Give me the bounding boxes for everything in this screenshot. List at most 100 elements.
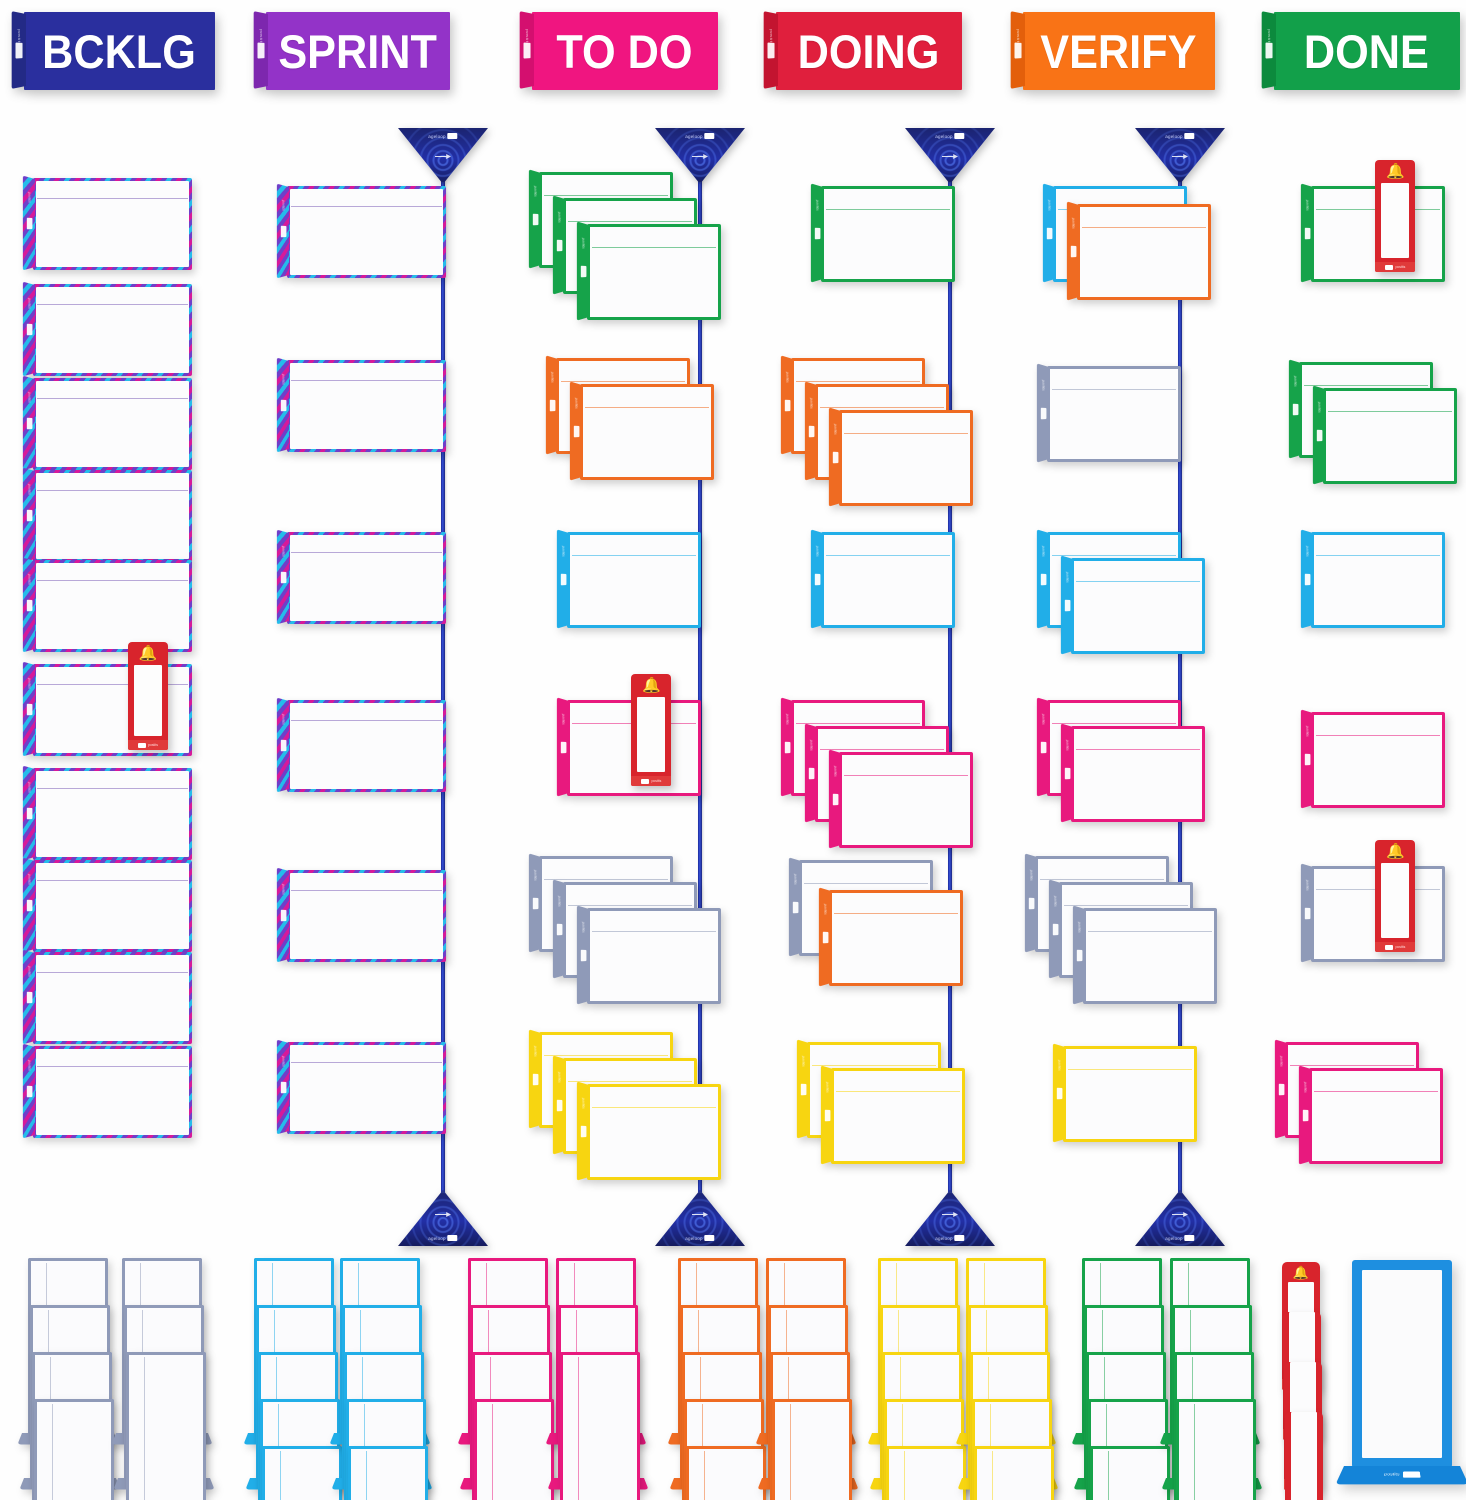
backlog-card-8[interactable]: postits	[22, 857, 192, 953]
card-spine-label	[1070, 245, 1076, 257]
card-spine-label	[1040, 741, 1046, 753]
sprint-card-3[interactable]: postits	[276, 529, 446, 625]
card-todo-r6-yellow-3[interactable]: postits	[576, 1081, 721, 1181]
bottom-card-yellow-10-5[interactable]: postits	[974, 1446, 1054, 1500]
backlog-card-5[interactable]: postits	[22, 557, 192, 653]
card-spine: postits	[552, 879, 565, 979]
backlog-card-9[interactable]: postits	[22, 949, 192, 1045]
card-spine-word: postits	[27, 483, 32, 495]
card-spine: postits	[569, 381, 582, 481]
card-spine-word: postits	[557, 1071, 562, 1083]
card-spine: postits	[810, 529, 823, 629]
card-verify-r1-orange-1[interactable]: postits	[1066, 201, 1211, 301]
bottom-card-blue-3-5[interactable]: postits	[262, 1446, 342, 1500]
card-done-r5-gray-1[interactable]: postits	[1300, 863, 1445, 963]
bottom-card-green-12-4[interactable]: postits	[1176, 1399, 1256, 1500]
card-body	[1047, 366, 1181, 462]
card-done-r6-magenta-2[interactable]: postits	[1298, 1065, 1443, 1165]
bottom-stack-green-12: postitspostitspostitspostits	[1159, 1258, 1263, 1500]
card-spine: postits	[276, 529, 289, 625]
alert-brand-badge	[641, 778, 650, 784]
card-todo-r1-green-3[interactable]: postits	[576, 221, 721, 321]
card-doing-r3-blue-1[interactable]: postits	[810, 529, 955, 629]
backlog-card-10[interactable]: postits	[22, 1043, 192, 1139]
card-doing-r1-green-1[interactable]: postits	[810, 183, 955, 283]
card-done-r3-blue-1[interactable]: postits	[1300, 529, 1445, 629]
card-spine-word: postits	[574, 397, 579, 409]
bottom-card-orange-7-5[interactable]: postits	[686, 1446, 766, 1500]
card-spine-word: postits	[27, 1059, 32, 1071]
card-spine-label	[26, 217, 32, 229]
card-doing-r2-orange-3[interactable]: postits	[828, 407, 973, 507]
bottom-alert-tag-4[interactable]: 🔔postits	[1285, 1412, 1323, 1500]
card-verify-r4-magenta-2[interactable]: postits	[1060, 723, 1205, 823]
bottom-card-magenta-6-3[interactable]: postits	[560, 1352, 640, 1500]
column-header-verify[interactable]: postits VERIFY	[1009, 11, 1215, 90]
card-doing-r6-yellow-2[interactable]: postits	[820, 1065, 965, 1165]
bottom-big-blue-card[interactable]: postits	[1335, 1260, 1466, 1490]
card-spine: postits	[552, 1055, 565, 1155]
column-header-todo[interactable]: postits TO DO	[518, 11, 718, 90]
bottom-card-gray-2-3[interactable]: postits	[126, 1352, 206, 1500]
bottom-card-body	[886, 1446, 966, 1500]
card-spine: postits	[22, 1043, 35, 1139]
bottom-card-yellow-9-5[interactable]: postits	[886, 1446, 966, 1500]
card-done-r4-magenta-1[interactable]: postits	[1300, 709, 1445, 809]
card-body	[587, 908, 721, 1004]
card-spine: postits	[22, 661, 35, 757]
backlog-alert-tag-6[interactable]: 🔔 postits	[128, 642, 168, 750]
bottom-card-body	[34, 1399, 114, 1500]
card-spine-label	[822, 931, 828, 943]
bottom-card-blue-4-5[interactable]: postits	[348, 1446, 428, 1500]
bottom-card-green-11-5[interactable]: postits	[1090, 1446, 1170, 1500]
card-doing-r5-orange-1[interactable]: postits	[818, 887, 963, 987]
card-todo-r4-magenta-1[interactable]: postits	[556, 697, 701, 797]
sprint-card-1[interactable]: postits	[276, 183, 446, 279]
card-verify-r6-yellow-1[interactable]: postits	[1052, 1043, 1197, 1143]
backlog-card-2[interactable]: postits	[22, 281, 192, 377]
card-spine-label	[26, 703, 32, 715]
card-body	[839, 410, 973, 506]
card-body	[1071, 726, 1205, 822]
backlog-card-7[interactable]: postits	[22, 765, 192, 861]
sprint-card-2[interactable]: postits	[276, 357, 446, 453]
card-done-r2-green-2[interactable]: postits	[1312, 385, 1457, 485]
alert-brand-word: postits	[1395, 265, 1406, 269]
card-frame	[33, 860, 192, 952]
card-spine: postits	[1024, 853, 1037, 953]
card-spine-label	[1040, 573, 1046, 585]
card-spine: postits	[576, 1081, 589, 1181]
bottom-card-gray-1-4[interactable]: postits	[34, 1399, 114, 1500]
bottom-card-body	[772, 1399, 852, 1500]
card-verify-r5-gray-3[interactable]: postits	[1072, 905, 1217, 1005]
sprint-card-6[interactable]: postits	[276, 1039, 446, 1135]
sprint-card-4[interactable]: postits	[276, 697, 446, 793]
card-spine: postits	[22, 281, 35, 377]
alert-tag-done-r5[interactable]: 🔔 postits	[1375, 840, 1416, 952]
bottom-card-body	[560, 1352, 640, 1500]
card-todo-r2-orange-2[interactable]: postits	[569, 381, 714, 481]
bottom-card-magenta-5-4[interactable]: postits	[474, 1399, 554, 1500]
card-todo-r5-gray-3[interactable]: postits	[576, 905, 721, 1005]
card-done-r1-green-1[interactable]: postits	[1300, 183, 1445, 283]
backlog-card-4[interactable]: postits	[22, 467, 192, 563]
column-header-bcklg[interactable]: postits BCKLG	[10, 11, 215, 90]
alert-tag-done-r1[interactable]: 🔔 postits	[1375, 160, 1416, 272]
card-verify-r3-blue-2[interactable]: postits	[1060, 555, 1205, 655]
backlog-card-3[interactable]: postits	[22, 375, 192, 471]
card-spine: postits	[276, 697, 289, 793]
card-doing-r4-magenta-3[interactable]: postits	[828, 749, 973, 849]
backlog-card-1[interactable]: postits	[22, 175, 192, 271]
card-todo-r3-blue-1[interactable]: postits	[556, 529, 701, 629]
pole-brand-tag: ageloop	[1165, 133, 1195, 139]
bottom-card-orange-8-4[interactable]: postits	[772, 1399, 852, 1500]
column-header-doing[interactable]: postits DOING	[762, 11, 962, 90]
card-verify-r2-gray-1[interactable]: postits	[1036, 363, 1181, 463]
sprint-card-5[interactable]: postits	[276, 867, 446, 963]
alert-footer: postits	[631, 776, 672, 786]
column-header-done[interactable]: postits DONE	[1260, 11, 1460, 90]
alert-tag-todo-r4[interactable]: 🔔 postits	[631, 674, 672, 786]
card-spine-label	[549, 399, 555, 411]
alert-window	[1381, 183, 1410, 258]
column-header-sprint[interactable]: postits SPRINT	[252, 11, 450, 90]
